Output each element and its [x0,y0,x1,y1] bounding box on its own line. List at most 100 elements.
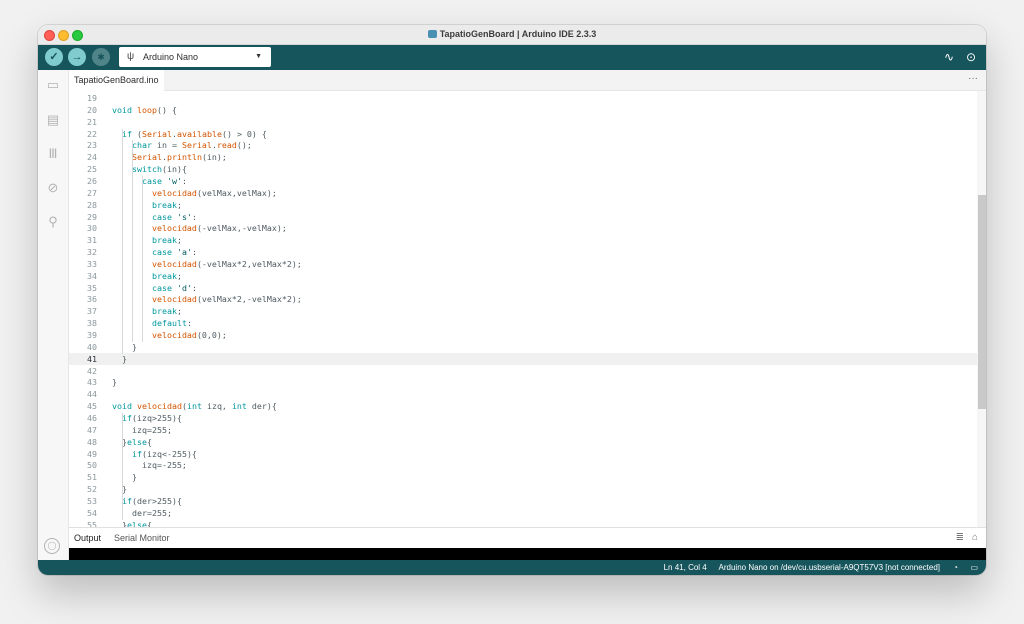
upload-button[interactable]: → [68,48,86,66]
account-button[interactable]: ◯ [44,538,60,554]
output-console[interactable] [69,548,986,560]
tab-serial-monitor[interactable]: Serial Monitor [114,528,170,548]
line-number: 49 [87,448,97,459]
code-text: velocidad(-velMax,-velMax); [151,223,287,234]
code-line[interactable]: 22 if (Serial.available() > 0) { [69,128,977,140]
line-number: 38 [87,318,97,329]
verify-button[interactable]: ✓ [45,48,63,66]
code-line[interactable]: 36 velocidad(velMax*2,-velMax*2); [69,293,977,305]
tab-sketch-file[interactable]: TapatioGenBoard.ino [69,70,164,91]
code-line[interactable]: 29 case 's': [69,211,977,223]
code-text: }else{ [112,436,152,447]
activity-sidebar: ▭ ▤ Ⅲ ⊘ ⚲ ◯ [38,70,69,560]
code-line[interactable]: 27 velocidad(velMax,velMax); [69,187,977,199]
code-line[interactable]: 25 switch(in){ [69,163,977,175]
code-text: if (Serial.available() > 0) { [122,128,267,139]
line-number: 19 [87,93,97,103]
sidebar-item-debug[interactable]: ⊘ [44,180,62,196]
line-number: 22 [87,128,97,139]
code-line[interactable]: 48 }else{ [69,436,977,448]
code-line[interactable]: 54 der=255; [69,507,977,519]
code-text: default: [151,318,192,329]
library-icon: Ⅲ [48,146,58,161]
code-line[interactable]: 38 default: [69,317,977,329]
sidebar-item-search[interactable]: ⚲ [44,214,62,230]
code-line[interactable]: 52 } [69,483,977,495]
board-selector[interactable]: ψ Arduino Nano ▼ [119,47,271,67]
debug-button[interactable]: ✱ [92,48,110,66]
line-number: 33 [87,258,97,269]
code-line[interactable]: 30 velocidad(-velMax,-velMax); [69,222,977,234]
code-editor[interactable]: 19 20 void loop() {21 22 if (Serial.availab… [69,91,977,527]
toggle-panel-icon[interactable]: ▭ [970,560,978,575]
code-line[interactable]: 19 [69,92,977,104]
serial-plotter-button[interactable]: ∿ [944,48,954,66]
code-text: } [112,353,127,364]
code-line[interactable]: 50 izq=-255; [69,459,977,471]
code-line[interactable]: 40 } [69,341,977,353]
code-line[interactable]: 43} [69,376,977,388]
indent-guide [142,175,143,342]
code-line[interactable]: 23 char in = Serial.read(); [69,139,977,151]
code-line[interactable]: 26 case 'w': [69,175,977,187]
line-number: 37 [87,306,97,317]
line-number: 53 [87,495,97,506]
line-number: 27 [87,187,97,198]
checkmark-icon: ✓ [49,51,59,63]
code-text: } [112,341,137,352]
line-number: 30 [87,223,97,234]
clear-output-icon[interactable]: ≣ [956,528,964,548]
sidebar-item-sketchbook[interactable]: ▭ [44,77,62,93]
ide-window: TapatioGenBoard | Arduino IDE 2.3.3 ✓ → … [38,25,986,575]
window-title-area: TapatioGenBoard | Arduino IDE 2.3.3 [38,28,986,40]
code-line[interactable]: 51 } [69,471,977,483]
code-line[interactable]: 37 break; [69,305,977,317]
sidebar-item-boards-manager[interactable]: ▤ [44,112,62,128]
line-number: 47 [87,424,97,435]
code-line[interactable]: 45 void velocidad(int izq, int der){ [69,400,977,412]
tab-output[interactable]: Output [74,528,101,548]
line-number: 39 [87,330,97,340]
code-text: der=255; [112,507,172,518]
line-number: 44 [87,389,97,400]
code-line[interactable]: 34 break; [69,270,977,282]
code-text: izq=-255; [112,460,187,471]
code-line[interactable]: 53 if(der>255){ [69,495,977,507]
code-line[interactable]: 31 break; [69,234,977,246]
window-title: TapatioGenBoard | Arduino IDE 2.3.3 [439,29,597,39]
status-bar: Ln 41, Col 4 Arduino Nano on /dev/cu.usb… [38,560,986,575]
code-line[interactable]: 47 izq=255; [69,424,977,436]
line-number: 45 [87,401,97,412]
code-line[interactable]: 49 if(izq<-255){ [69,448,977,460]
scrollbar-thumb[interactable] [978,195,986,409]
code-line[interactable]: 20 void loop() { [69,104,977,116]
board-name: Arduino Nano [143,52,199,62]
serial-monitor-button[interactable]: ⊙ [966,48,976,66]
code-line[interactable]: 21 [69,116,977,128]
unlock-icon[interactable]: ⌂ [972,528,978,548]
code-text: void loop() { [112,104,177,115]
code-line[interactable]: 41 } [69,352,977,365]
code-text: }else{ [112,519,152,527]
line-number: 34 [87,270,97,281]
code-line[interactable]: 32 case 'a': [69,246,977,258]
code-text: case 'w': [141,175,187,186]
code-line[interactable]: 33 velocidad(-velMax*2,velMax*2); [69,258,977,270]
code-line[interactable]: 24 Serial.println(in); [69,151,977,163]
code-line[interactable]: 35 case 'd': [69,282,977,294]
status-text-group: Ln 41, Col 4 Arduino Nano on /dev/cu.usb… [664,560,940,575]
title-bar: TapatioGenBoard | Arduino IDE 2.3.3 [38,25,986,45]
code-line[interactable]: 55 }else{ [69,519,977,527]
bell-icon[interactable]: ◔ [953,560,958,575]
tab-more-options-button[interactable]: ··· [968,70,978,88]
code-line[interactable]: 44 [69,388,977,400]
code-line[interactable]: 39 velocidad(0,0); [69,329,977,341]
line-number: 43 [87,377,97,388]
sidebar-item-library-manager[interactable]: Ⅲ [44,146,62,162]
main-toolbar: ✓ → ✱ ψ Arduino Nano ▼ ∿ ⊙ [38,45,986,70]
code-line[interactable]: 28 break; [69,199,977,211]
code-line[interactable]: 46 if(izq>255){ [69,412,977,424]
code-line[interactable]: 42 [69,365,977,377]
indent-guide [132,140,133,342]
editor-scrollbar[interactable] [977,91,986,527]
